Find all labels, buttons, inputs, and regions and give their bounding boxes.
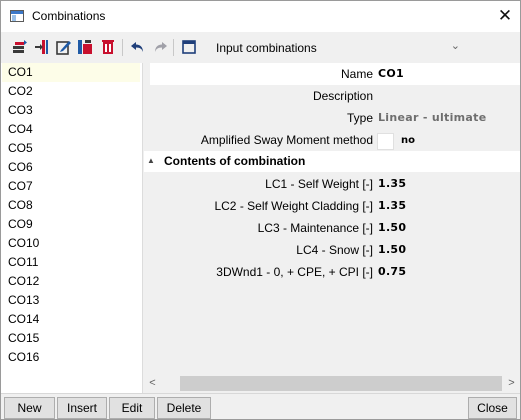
load-case-label: 3DWnd1 - 0, + CPE, + CPI [-] xyxy=(216,265,373,279)
properties-panel: Name CO1 Description Type Linear - ultim… xyxy=(144,63,520,375)
load-case-label: LC3 - Maintenance [-] xyxy=(257,221,373,235)
property-row-description: Description xyxy=(144,85,520,107)
close-button[interactable]: Close xyxy=(468,397,517,419)
load-case-coefficient[interactable]: 1.35 xyxy=(378,177,406,190)
new-combination-icon[interactable] xyxy=(12,39,28,55)
toolbar-separator xyxy=(122,39,123,56)
scroll-left-arrow-icon[interactable]: < xyxy=(144,375,161,392)
type-value: Linear - ultimate xyxy=(378,111,487,124)
toolbar: Input combinations ⌄ xyxy=(1,33,520,63)
property-row-name: Name CO1 xyxy=(144,63,520,85)
amplified-sway-checkbox[interactable] xyxy=(377,133,394,150)
insert-button[interactable]: Insert xyxy=(57,397,107,419)
property-row-type: Type Linear - ultimate xyxy=(144,107,520,129)
list-item-co1[interactable]: CO1 xyxy=(2,63,140,82)
combination-list: CO1 CO2 CO3 CO4 CO5 CO6 CO7 CO8 CO9 CO10… xyxy=(1,63,143,393)
scroll-right-arrow-icon[interactable]: > xyxy=(503,375,520,392)
list-item-co9[interactable]: CO9 xyxy=(2,215,140,234)
load-case-label: LC4 - Snow [-] xyxy=(296,243,373,257)
load-case-row: LC2 - Self Weight Cladding [-] 1.35 xyxy=(144,195,520,217)
chevron-down-icon: ⌄ xyxy=(450,40,460,52)
list-item-co10[interactable]: CO10 xyxy=(2,234,140,253)
window-icon xyxy=(10,10,24,22)
delete-icon[interactable] xyxy=(100,39,116,55)
load-case-row: LC4 - Snow [-] 1.50 xyxy=(144,239,520,261)
title-bar: Combinations ✕ xyxy=(1,1,520,32)
property-label: Type xyxy=(346,111,373,125)
new-button[interactable]: New xyxy=(4,397,55,419)
contents-section-header[interactable]: ▲ Contents of combination xyxy=(144,151,520,172)
table-icon[interactable] xyxy=(181,39,197,55)
window-title: Combinations xyxy=(32,9,106,23)
load-case-coefficient[interactable]: 1.50 xyxy=(378,243,406,256)
redo-icon[interactable] xyxy=(152,39,168,55)
load-case-row: LC1 - Self Weight [-] 1.35 xyxy=(144,173,520,195)
combinations-dialog: Combinations ✕ Input combinations ⌄ CO1 … xyxy=(0,0,521,420)
insert-icon[interactable] xyxy=(34,39,50,55)
list-item-co11[interactable]: CO11 xyxy=(2,253,140,272)
load-case-coefficient[interactable]: 1.50 xyxy=(378,221,406,234)
list-item-co15[interactable]: CO15 xyxy=(2,329,140,348)
checkbox-value-text: no xyxy=(401,135,415,146)
property-label: Amplified Sway Moment method xyxy=(200,133,373,147)
load-case-coefficient[interactable]: 0.75 xyxy=(378,265,406,278)
horizontal-scrollbar[interactable]: < > xyxy=(144,375,520,392)
scrollbar-thumb[interactable] xyxy=(180,376,502,391)
load-case-label: LC1 - Self Weight [-] xyxy=(265,177,373,191)
list-item-co7[interactable]: CO7 xyxy=(2,177,140,196)
load-case-row: 3DWnd1 - 0, + CPE, + CPI [-] 0.75 xyxy=(144,261,520,283)
copy-icon[interactable] xyxy=(77,39,93,55)
close-window-button[interactable]: ✕ xyxy=(490,1,520,32)
name-field[interactable]: CO1 xyxy=(378,67,404,80)
list-item-co14[interactable]: CO14 xyxy=(2,310,140,329)
delete-button[interactable]: Delete xyxy=(157,397,211,419)
list-item-co5[interactable]: CO5 xyxy=(2,139,140,158)
combination-view-dropdown[interactable]: Input combinations ⌄ xyxy=(208,38,466,58)
load-case-label: LC2 - Self Weight Cladding [-] xyxy=(214,199,373,213)
button-bar: New Insert Edit Delete Close xyxy=(1,393,520,419)
load-case-coefficient[interactable]: 1.35 xyxy=(378,199,406,212)
toolbar-separator xyxy=(173,39,174,56)
list-item-co3[interactable]: CO3 xyxy=(2,101,140,120)
edit-button[interactable]: Edit xyxy=(109,397,155,419)
property-label: Description xyxy=(312,89,373,103)
section-title: Contents of combination xyxy=(164,154,306,168)
list-item-co2[interactable]: CO2 xyxy=(2,82,140,101)
list-item-co8[interactable]: CO8 xyxy=(2,196,140,215)
list-item-co12[interactable]: CO12 xyxy=(2,272,140,291)
list-item-co13[interactable]: CO13 xyxy=(2,291,140,310)
edit-icon[interactable] xyxy=(56,39,72,55)
list-item-co6[interactable]: CO6 xyxy=(2,158,140,177)
list-item-co4[interactable]: CO4 xyxy=(2,120,140,139)
list-item-co16[interactable]: CO16 xyxy=(2,348,140,367)
collapse-triangle-icon[interactable]: ▲ xyxy=(147,156,155,165)
load-case-row: LC3 - Maintenance [-] 1.50 xyxy=(144,217,520,239)
property-label: Name xyxy=(340,67,373,81)
dropdown-value: Input combinations xyxy=(216,41,317,55)
property-row-amplified-sway: Amplified Sway Moment method no xyxy=(144,129,520,151)
undo-icon[interactable] xyxy=(130,39,146,55)
